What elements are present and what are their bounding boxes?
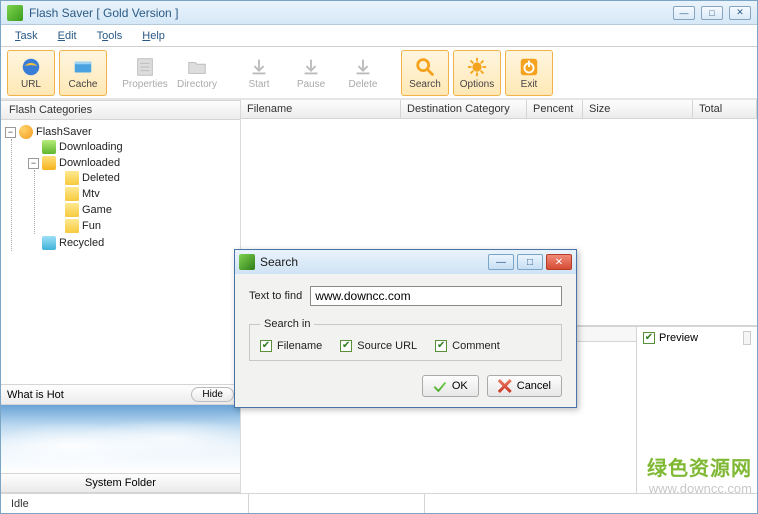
tree-mtv[interactable]: Mtv	[82, 188, 100, 200]
tree-deleted[interactable]: Deleted	[82, 172, 120, 184]
statusbar: Idle	[1, 493, 757, 513]
app-icon	[7, 5, 23, 21]
status-cell	[425, 494, 749, 513]
toolbar: URL Cache Properties Directory Start Pau…	[1, 47, 757, 99]
col-destination[interactable]: Destination Category	[401, 100, 527, 118]
search-in-legend: Search in	[260, 318, 314, 330]
menu-task[interactable]: Task	[5, 28, 48, 44]
collapse-icon[interactable]	[743, 331, 751, 345]
ok-button[interactable]: OK	[422, 375, 479, 397]
search-icon	[413, 56, 437, 78]
hide-button[interactable]: Hide	[191, 387, 234, 402]
x-icon	[498, 379, 512, 393]
maximize-button[interactable]: □	[701, 6, 723, 20]
tree-root[interactable]: FlashSaver	[36, 126, 92, 138]
menubar: Task Edit Tools Help	[1, 25, 757, 47]
left-pane: Flash Categories − FlashSaver Downloading…	[1, 100, 241, 493]
downloaded-icon	[42, 156, 56, 170]
status-idle: Idle	[9, 494, 249, 513]
dialog-minimize-button[interactable]: —	[488, 254, 514, 270]
hot-header: What is Hot Hide	[1, 384, 240, 405]
cancel-button[interactable]: Cancel	[487, 375, 562, 397]
tree-recycled[interactable]: Recycled	[59, 237, 104, 249]
search-button[interactable]: Search	[401, 50, 449, 96]
what-is-hot-label: What is Hot	[7, 389, 64, 401]
options-button[interactable]: Options	[453, 50, 501, 96]
preview-pane: ✔ Preview	[637, 327, 757, 493]
window-title: Flash Saver [ Gold Version ]	[29, 6, 178, 20]
delete-icon	[351, 56, 375, 78]
grid-header: Filename Destination Category Pencent Si…	[241, 100, 757, 119]
tree-fun[interactable]: Fun	[82, 220, 101, 232]
folder-icon	[185, 56, 209, 78]
downloading-icon	[42, 140, 56, 154]
window-controls: — □ ✕	[673, 6, 751, 20]
close-button[interactable]: ✕	[729, 6, 751, 20]
ie-icon	[19, 56, 43, 78]
preview-checkbox[interactable]: ✔	[643, 332, 655, 344]
filename-checkbox[interactable]: ✔Filename	[260, 340, 322, 352]
comment-checkbox[interactable]: ✔Comment	[435, 340, 500, 352]
menu-edit[interactable]: Edit	[48, 28, 87, 44]
system-folder-label[interactable]: System Folder	[1, 473, 240, 493]
check-icon	[433, 379, 447, 393]
delete-button[interactable]: Delete	[339, 50, 387, 96]
folder-icon	[65, 171, 79, 185]
pause-button[interactable]: Pause	[287, 50, 335, 96]
text-to-find-input[interactable]	[310, 286, 562, 306]
dialog-title: Search	[260, 255, 298, 269]
menu-tools[interactable]: Tools	[87, 28, 133, 44]
folder-icon	[65, 219, 79, 233]
tree-downloading[interactable]: Downloading	[59, 141, 123, 153]
search-in-group: Search in ✔Filename ✔Source URL ✔Comment	[249, 318, 562, 361]
cache-button[interactable]: Cache	[59, 50, 107, 96]
gear-icon	[465, 56, 489, 78]
expand-toggle[interactable]: −	[28, 158, 39, 169]
cache-icon	[71, 56, 95, 78]
preview-label: Preview	[659, 332, 698, 344]
col-percent[interactable]: Pencent	[527, 100, 583, 118]
dialog-close-button[interactable]: ✕	[546, 254, 572, 270]
properties-button[interactable]: Properties	[121, 50, 169, 96]
flashsaver-icon	[19, 125, 33, 139]
status-cell	[249, 494, 425, 513]
url-button[interactable]: URL	[7, 50, 55, 96]
search-dialog: Search — □ ✕ Text to find Search in ✔Fil…	[234, 249, 577, 408]
menu-help[interactable]: Help	[132, 28, 175, 44]
power-icon	[517, 56, 541, 78]
folder-icon	[65, 203, 79, 217]
tree-downloaded[interactable]: Downloaded	[59, 157, 120, 169]
col-size[interactable]: Size	[583, 100, 693, 118]
text-to-find-label: Text to find	[249, 290, 302, 302]
dialog-app-icon	[239, 254, 255, 270]
col-filename[interactable]: Filename	[241, 100, 401, 118]
exit-button[interactable]: Exit	[505, 50, 553, 96]
categories-header: Flash Categories	[1, 100, 240, 120]
directory-button[interactable]: Directory	[173, 50, 221, 96]
start-button[interactable]: Start	[235, 50, 283, 96]
minimize-button[interactable]: —	[673, 6, 695, 20]
expand-toggle[interactable]: −	[5, 127, 16, 138]
download-icon	[247, 56, 271, 78]
tree-game[interactable]: Game	[82, 204, 112, 216]
recycle-icon	[42, 236, 56, 250]
source-url-checkbox[interactable]: ✔Source URL	[340, 340, 417, 352]
pause-icon	[299, 56, 323, 78]
dialog-titlebar[interactable]: Search — □ ✕	[235, 250, 576, 274]
dialog-maximize-button[interactable]: □	[517, 254, 543, 270]
folder-icon	[65, 187, 79, 201]
properties-icon	[133, 56, 157, 78]
col-total[interactable]: Total	[693, 100, 757, 118]
category-tree[interactable]: − FlashSaver Downloading − Downloaded Dele…	[1, 120, 240, 384]
titlebar: Flash Saver [ Gold Version ] — □ ✕	[1, 1, 757, 25]
hot-image	[1, 405, 240, 473]
